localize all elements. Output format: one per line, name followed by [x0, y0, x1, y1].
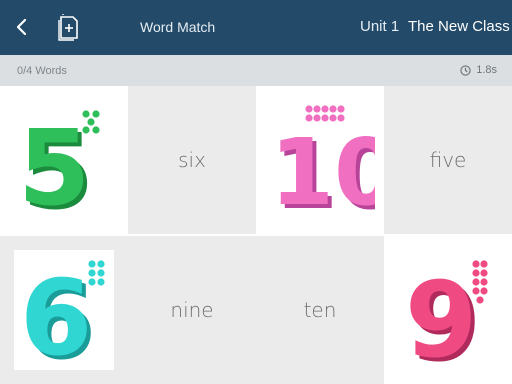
number-9-image: 9 9 — [405, 259, 488, 370]
tile-number-6[interactable]: 6 6 — [0, 236, 128, 384]
tile-word-nine[interactable]: nine — [128, 236, 256, 384]
word-label: five — [429, 148, 467, 172]
digit-group: 5 5 — [18, 107, 94, 216]
tile-number-5[interactable]: 5 5 — [0, 86, 128, 234]
tile-number-10[interactable]: 10 10 — [256, 86, 384, 234]
dot-cluster — [88, 260, 105, 286]
digit: 6 — [20, 257, 92, 366]
tile-word-five[interactable]: five — [384, 86, 512, 234]
digit: 10 — [270, 119, 375, 218]
word-label: six — [178, 148, 206, 172]
number-10-image: 10 10 — [270, 105, 375, 218]
unit-label[interactable]: Unit 1 — [360, 18, 399, 35]
timer: 1.8s — [460, 64, 497, 76]
word-label: nine — [170, 298, 214, 322]
digit: 9 — [405, 259, 477, 370]
number-6-image: 6 6 — [20, 257, 105, 366]
word-label: ten — [303, 298, 337, 322]
number-card: 6 6 — [14, 250, 114, 370]
clock-icon — [460, 64, 471, 76]
tile-number-9[interactable]: 9 9 — [384, 236, 512, 384]
number-5-image: 5 5 — [18, 107, 100, 216]
match-grid: 5 5 six 10 10 five 6 6 nine ten 9 9 — [0, 86, 512, 384]
chevron-left-icon — [16, 18, 27, 36]
dot-cluster — [305, 105, 345, 122]
status-bar: 0/4 Words 1.8s — [0, 55, 512, 86]
tile-word-six[interactable]: six — [128, 86, 256, 234]
words-progress: 0/4 Words — [17, 65, 67, 77]
tile-word-ten[interactable]: ten — [256, 236, 384, 384]
back-button[interactable] — [9, 14, 35, 40]
timer-value: 1.8s — [476, 64, 497, 76]
add-deck-button[interactable] — [57, 13, 81, 41]
digit: 5 — [18, 107, 90, 216]
class-name[interactable]: The New Class — [408, 18, 510, 35]
top-bar: Word Match Unit 1 The New Class — [0, 0, 512, 55]
add-card-icon — [58, 14, 78, 41]
app-title: Word Match — [140, 19, 216, 35]
